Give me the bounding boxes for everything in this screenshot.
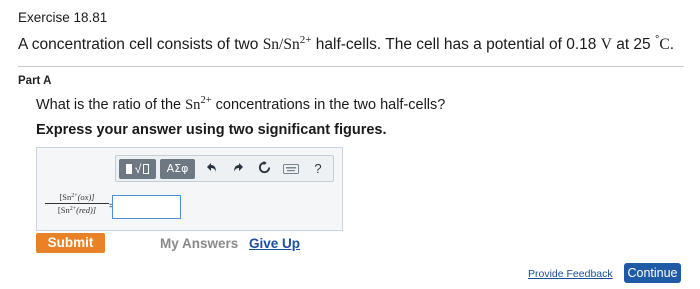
denominator-base: [Sn [57,205,70,215]
ratio-numerator: [Sn2+(ox)] [45,192,109,204]
ion-charge: 2+ [200,95,212,106]
problem-text-start: A concentration cell consists of two [18,36,263,53]
question-text: What is the ratio of the Sn2+ concentrat… [36,95,445,114]
math-toolbar: √ ΑΣφ ? [115,155,334,182]
template-slot-icon [143,164,150,174]
denominator-label: (red)] [76,205,97,215]
undo-icon[interactable] [203,158,221,180]
ratio-expression: [Sn2+(ox)] [Sn2+(red)] [45,192,109,215]
volt-unit: V [600,36,612,53]
numerator-label: (ox)] [77,192,95,202]
problem-text-middle: half-cells. The cell has a potential of … [311,36,601,53]
formula-charge: 2+ [299,34,312,46]
section-divider [18,66,684,67]
question-end: concentrations in the two half-cells? [211,97,446,113]
templates-button[interactable]: √ [119,159,156,179]
half-cell-formula: Sn/Sn2+ [262,34,312,53]
answer-instruction: Express your answer using two significan… [36,122,387,138]
keyboard-icon[interactable] [280,158,302,180]
exercise-title: Exercise 18.81 [18,10,108,25]
reset-icon[interactable] [255,158,273,180]
redo-icon[interactable] [229,158,247,180]
symbols-button[interactable]: ΑΣφ [160,159,195,179]
submit-button[interactable]: Submit [36,233,105,253]
ion-formula: Sn2+ [185,95,212,113]
problem-statement: A concentration cell consists of two Sn/… [18,34,674,54]
redo-icon-svg [234,163,243,172]
undo-icon-svg [207,163,216,172]
formula-base: Sn/Sn [262,36,300,53]
template-box-icon [125,164,132,174]
continue-button[interactable]: Continue [624,263,681,283]
problem-text-temperature: at 25 [611,36,655,53]
template-root-icon: √ [134,162,142,176]
answer-box: √ ΑΣφ ? [Sn2+(ox)] [Sn2+(red)] = [36,147,343,231]
help-icon[interactable]: ? [309,158,327,180]
ratio-denominator: [Sn2+(red)] [45,204,109,215]
keyboard-icon-svg [283,164,299,174]
answer-input[interactable] [112,195,181,219]
provide-feedback-link[interactable]: Provide Feedback [528,268,613,280]
numerator-base: [Sn [59,192,72,202]
part-label: Part A [18,75,52,87]
ion-base: Sn [185,97,201,113]
my-answers-label: My Answers [160,236,239,251]
reset-icon-svg [258,161,270,174]
give-up-link[interactable]: Give Up [249,236,300,251]
problem-text-end: . [669,36,675,53]
celsius-unit: C [659,36,670,53]
question-start: What is the ratio of the [36,97,186,113]
